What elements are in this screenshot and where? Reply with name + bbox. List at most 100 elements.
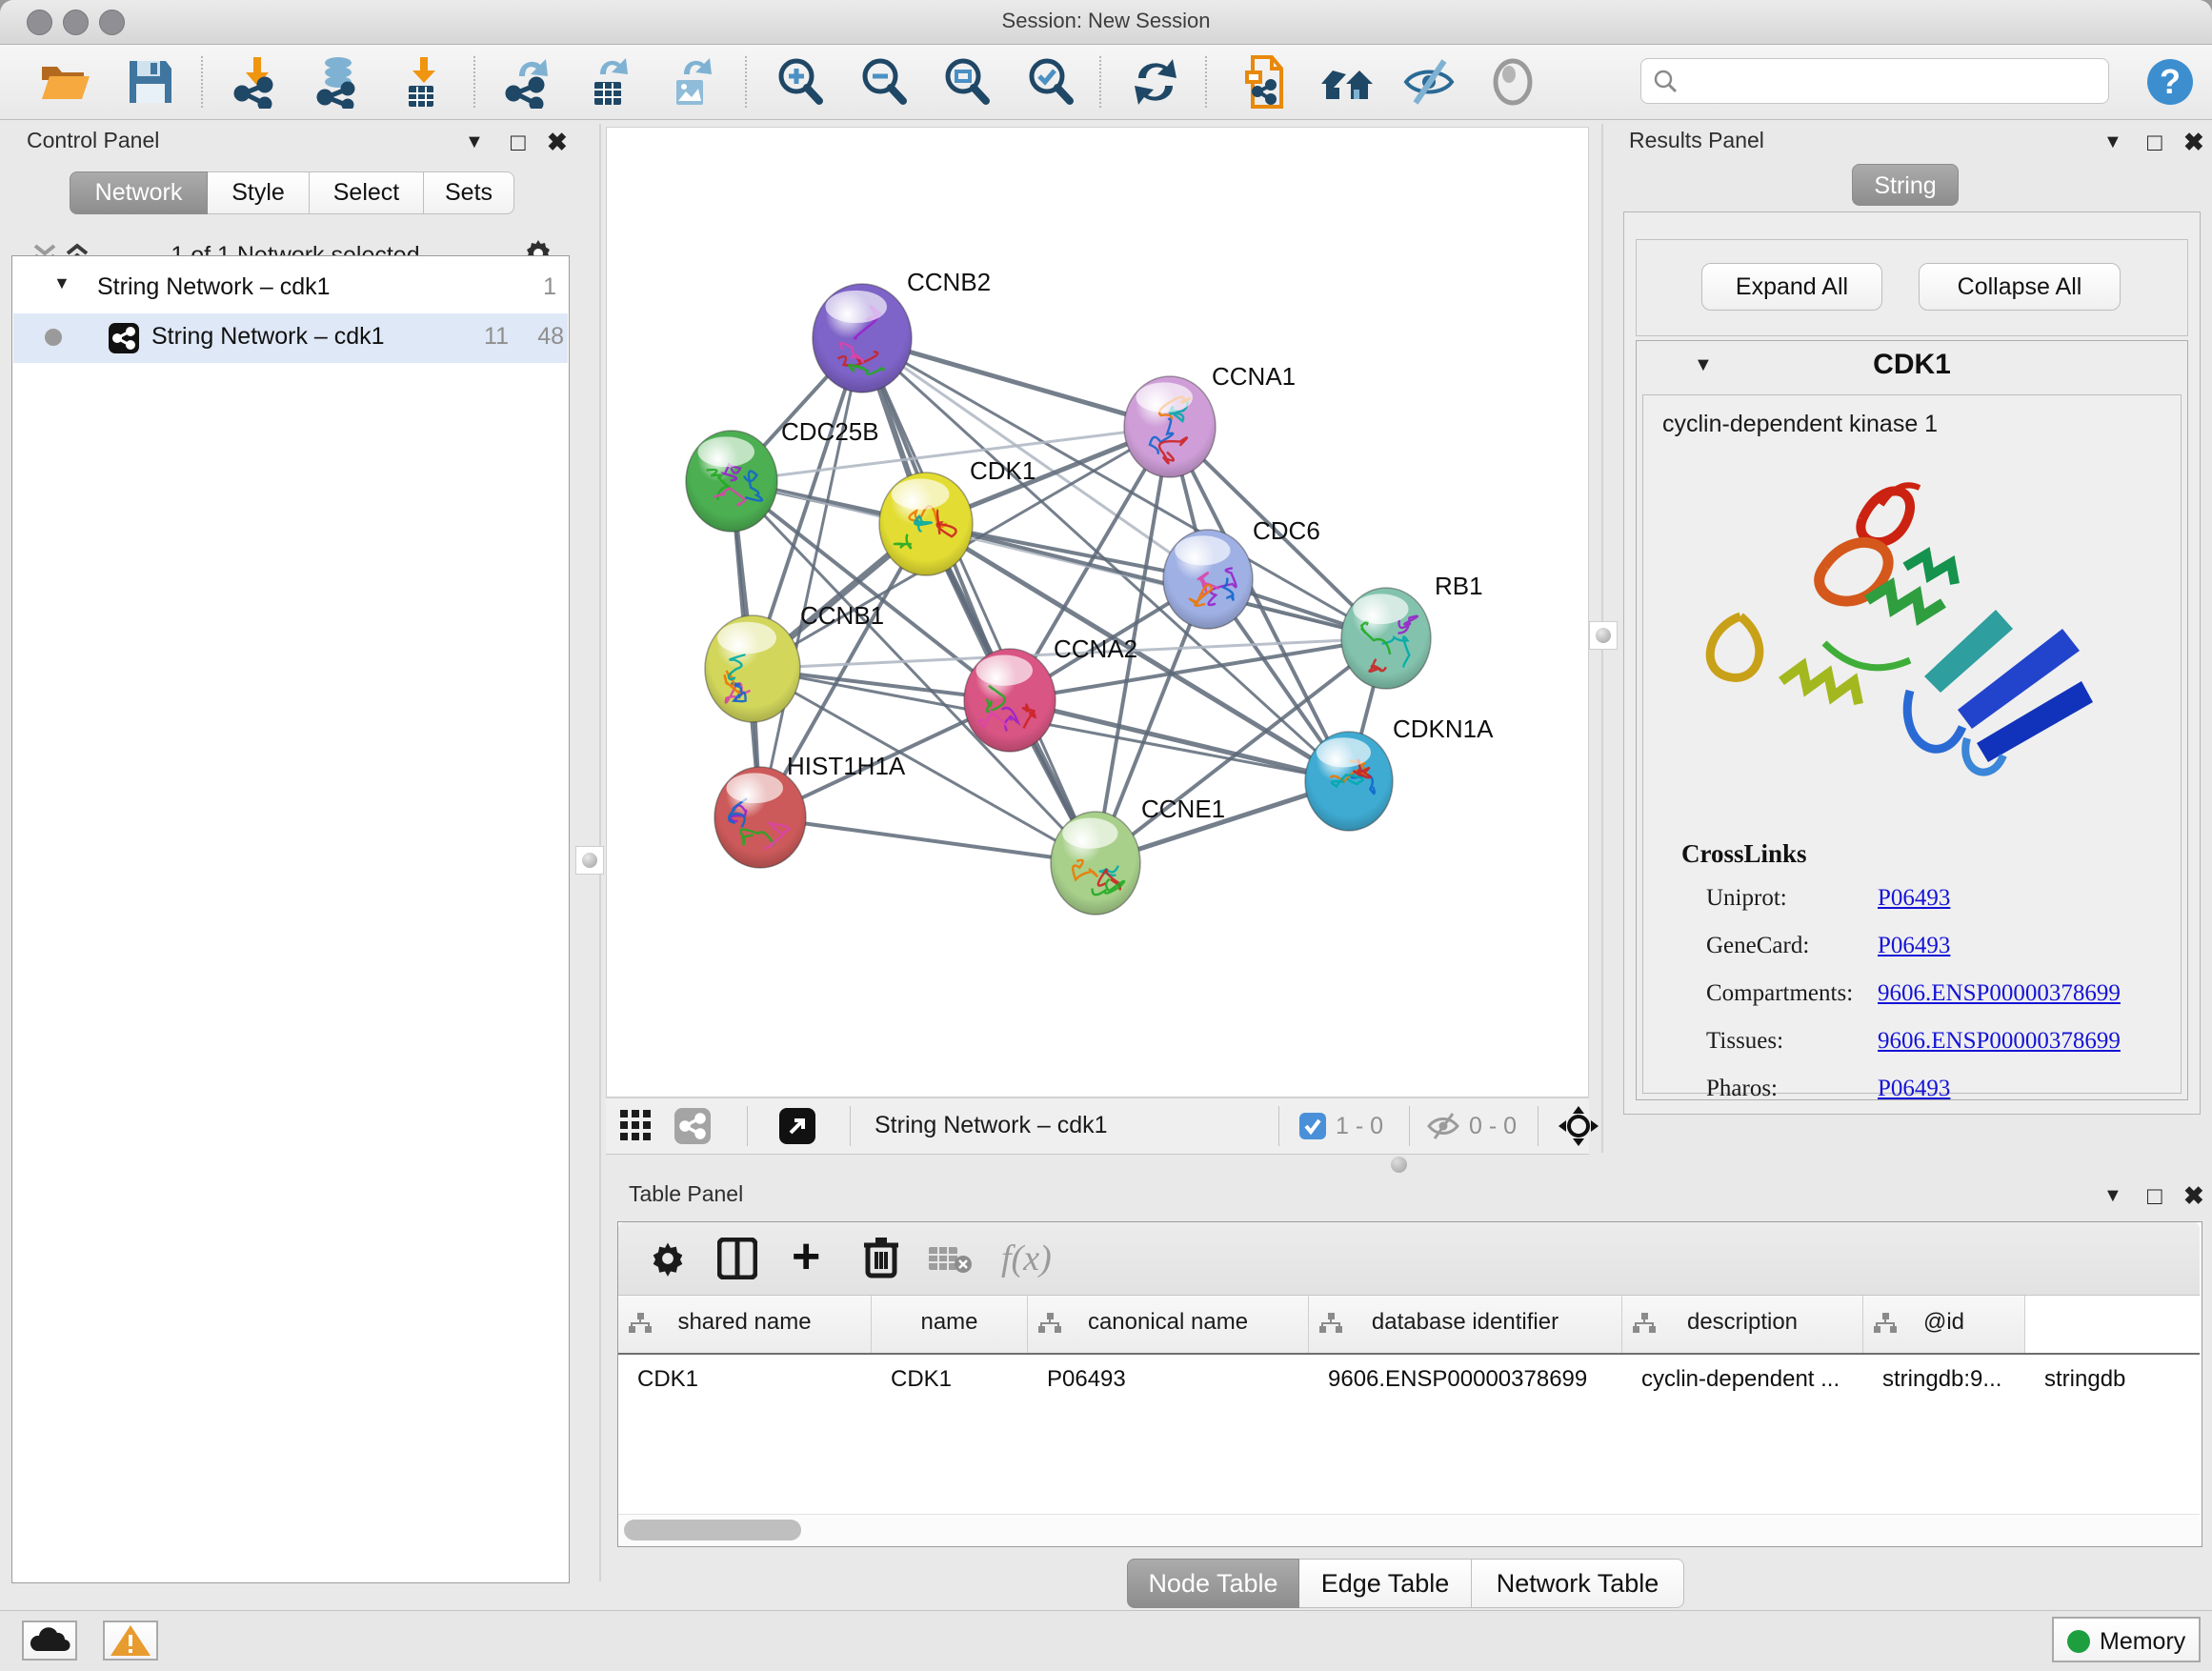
collapse-arrow-icon[interactable]: ▼	[53, 273, 70, 293]
crosslink-value-link[interactable]: P06493	[1878, 885, 1950, 912]
network-node-ccne1[interactable]: CCNE1	[1051, 795, 1225, 915]
gene-name: CDK1	[1637, 349, 2187, 381]
network-edge[interactable]	[760, 817, 1096, 863]
node-table-container: + f(x) shared namenamecanonical namedata…	[617, 1221, 2202, 1547]
results-panel-float-icon[interactable]: □	[2147, 128, 2162, 157]
network-node-cdkn1a[interactable]: CDKN1A	[1305, 715, 1494, 831]
zoom-in-icon[interactable]	[774, 55, 827, 109]
crosslink-row: Uniprot: P06493	[1706, 877, 2163, 925]
export-table-to-file-icon[interactable]	[583, 55, 636, 109]
save-session-icon[interactable]	[124, 55, 177, 109]
network-node-ccnb1[interactable]: CCNB1	[705, 601, 884, 722]
open-session-icon[interactable]	[38, 55, 91, 109]
network-edge[interactable]	[862, 338, 1096, 863]
tab-style[interactable]: Style	[208, 171, 310, 214]
crosslink-label: GeneCard:	[1706, 933, 1809, 959]
control-panel-close-icon[interactable]: ✖	[547, 128, 568, 157]
results-panel-close-icon[interactable]: ✖	[2183, 128, 2204, 157]
tab-network-table[interactable]: Network Table	[1472, 1559, 1684, 1608]
warnings-button[interactable]	[103, 1621, 158, 1661]
node-label: CDC25B	[781, 417, 879, 446]
crosslink-value-link[interactable]: P06493	[1878, 1076, 1950, 1102]
column-header-canonical-name[interactable]: canonical name	[1028, 1296, 1309, 1353]
network-node-cdk1[interactable]: CDK1	[879, 456, 1036, 575]
collapse-all-button[interactable]: Collapse All	[1919, 263, 2121, 311]
network-label: String Network – cdk1	[151, 323, 385, 351]
cloud-button[interactable]	[22, 1621, 77, 1661]
collection-network-count: 1	[490, 273, 556, 301]
grid-view-icon[interactable]	[620, 1110, 653, 1142]
show-all-icon[interactable]	[1486, 55, 1539, 109]
toolbar-separator	[745, 56, 747, 108]
crosslink-value-link[interactable]: 9606.ENSP00000378699	[1878, 980, 2121, 1007]
memory-button[interactable]: Memory	[2052, 1617, 2201, 1662]
apply-preferred-layout-icon[interactable]	[1129, 55, 1182, 109]
table-panel-menu-icon[interactable]: ▼	[2103, 1185, 2122, 1207]
expand-all-button[interactable]: Expand All	[1701, 263, 1882, 311]
current-network-title: String Network – cdk1	[875, 1112, 1108, 1139]
tab-node-table[interactable]: Node Table	[1127, 1559, 1299, 1608]
network-edge[interactable]	[760, 338, 862, 817]
network-row-selected[interactable]: String Network – cdk1 11 48	[13, 313, 568, 363]
network-node-cdc6[interactable]: CDC6	[1163, 516, 1320, 629]
crosslink-value-link[interactable]: P06493	[1878, 933, 1950, 959]
node-label: CDC6	[1253, 516, 1320, 545]
table-horizontal-scrollbar[interactable]	[618, 1514, 2200, 1545]
toolbar-separator	[1278, 1106, 1279, 1146]
zoom-fit-content-icon[interactable]	[940, 55, 994, 109]
column-header-name[interactable]: name	[872, 1296, 1028, 1353]
network-edge[interactable]	[1010, 700, 1349, 781]
right-splitter-handle[interactable]	[1589, 621, 1618, 650]
tab-string[interactable]: String	[1852, 164, 1959, 206]
tab-select[interactable]: Select	[310, 171, 424, 214]
network-node-rb1[interactable]: RB1	[1341, 572, 1483, 689]
show-columns-icon[interactable]	[717, 1238, 757, 1279]
selected-checkbox-icon[interactable]	[1299, 1113, 1326, 1139]
network-node-ccna1[interactable]: CCNA1	[1124, 362, 1296, 477]
string-home-icon[interactable]	[1319, 55, 1373, 109]
column-header-database-identifier[interactable]: database identifier	[1309, 1296, 1622, 1353]
network-collection-row[interactable]: ▼ String Network – cdk1 1	[13, 264, 568, 313]
help-icon[interactable]: ?	[2143, 55, 2197, 109]
import-network-from-database-icon[interactable]	[312, 55, 365, 109]
column-header-description[interactable]: description	[1622, 1296, 1863, 1353]
hide-selected-icon[interactable]	[1402, 55, 1456, 109]
network-node-hist1h1a[interactable]: HIST1H1A	[714, 752, 906, 868]
column-header--id[interactable]: @id	[1863, 1296, 2025, 1353]
zoom-selected-icon[interactable]	[1024, 55, 1077, 109]
tab-sets[interactable]: Sets	[424, 171, 514, 214]
column-header-label: name	[872, 1309, 1027, 1336]
detach-view-icon[interactable]	[779, 1108, 815, 1144]
export-image-icon[interactable]	[665, 55, 718, 109]
table-panel-close-icon[interactable]: ✖	[2183, 1181, 2204, 1211]
results-panel-menu-icon[interactable]: ▼	[2103, 131, 2122, 153]
zoom-out-icon[interactable]	[857, 55, 911, 109]
export-network-to-file-icon[interactable]	[502, 55, 555, 109]
create-column-icon[interactable]: +	[792, 1236, 820, 1278]
crosslink-label: Uniprot:	[1706, 885, 1787, 912]
scrollbar-thumb[interactable]	[624, 1520, 801, 1540]
table-body: CDK1CDK1P064939606.ENSP00000378699cyclin…	[618, 1355, 2200, 1507]
search-input[interactable]	[1683, 63, 2097, 97]
search-icon	[1653, 69, 1678, 93]
tab-network[interactable]: Network	[70, 171, 208, 214]
birds-eye-view-icon[interactable]	[1558, 1106, 1599, 1146]
control-panel-float-icon[interactable]: □	[511, 128, 526, 157]
delete-column-icon[interactable]	[862, 1236, 900, 1279]
bottom-splitter-handle[interactable]	[1391, 1157, 1407, 1173]
title-bar: Session: New Session	[0, 0, 2212, 45]
import-table-from-file-icon[interactable]	[397, 55, 451, 109]
import-network-from-file-icon[interactable]	[231, 55, 284, 109]
left-splitter-handle[interactable]	[575, 846, 604, 875]
network-view-mode-icon[interactable]	[674, 1108, 711, 1144]
tab-edge-table[interactable]: Edge Table	[1299, 1559, 1472, 1608]
network-canvas[interactable]: CCNB2CCNA1CDC25BCDK1CDC6RB1CCNB1CCNA2CDK…	[606, 127, 1589, 1097]
table-settings-gear-icon[interactable]	[649, 1239, 687, 1278]
control-panel-menu-icon[interactable]: ▼	[465, 131, 484, 153]
table-row[interactable]: CDK1CDK1P064939606.ENSP00000378699cyclin…	[618, 1355, 2200, 1408]
column-header-shared-name[interactable]: shared name	[618, 1296, 872, 1353]
crosslink-value-link[interactable]: 9606.ENSP00000378699	[1878, 1028, 2121, 1055]
share-network-icon[interactable]	[1237, 55, 1291, 109]
table-panel-float-icon[interactable]: □	[2147, 1181, 2162, 1211]
toolbar-separator	[747, 1106, 748, 1146]
